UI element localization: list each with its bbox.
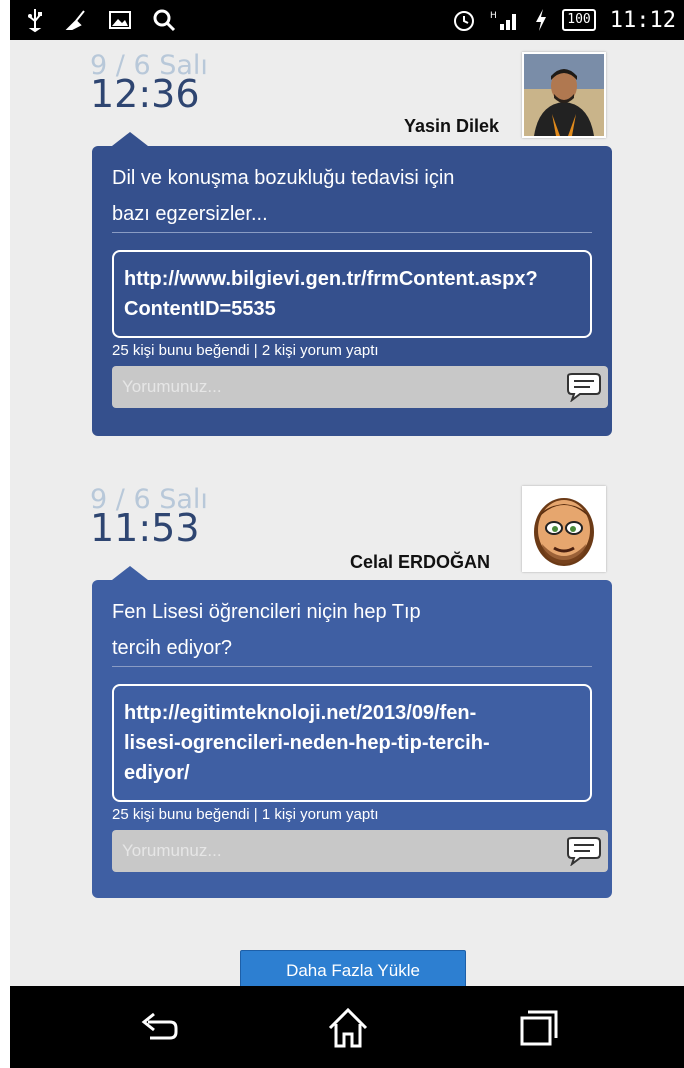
link-line: lisesi-ogrencileri-neden-hep-tip-tercih- bbox=[124, 732, 490, 754]
recents-icon[interactable] bbox=[514, 1004, 562, 1052]
comment-input[interactable]: Yorumunuz... bbox=[112, 366, 608, 408]
avatar-cartoon bbox=[524, 488, 604, 570]
home-icon[interactable] bbox=[324, 1004, 372, 1052]
app-screen: H 100 11:12 9 / 6 Salı 12:36 Yasin Dilek bbox=[10, 0, 684, 1068]
comment-input[interactable]: Yorumunuz... bbox=[112, 830, 608, 872]
avatar[interactable] bbox=[522, 486, 606, 572]
post-text-line: tercih ediyor? bbox=[112, 637, 233, 659]
navigation-bar bbox=[10, 986, 684, 1068]
comment-placeholder: Yorumunuz... bbox=[122, 377, 222, 396]
link-line: ContentID=5535 bbox=[124, 298, 276, 320]
status-bar: H 100 11:12 bbox=[10, 0, 684, 40]
broom-icon bbox=[65, 10, 85, 30]
author-name[interactable]: Celal ERDOĞAN bbox=[350, 552, 490, 573]
alarm-icon bbox=[454, 11, 475, 31]
post-text: Dil ve konuşma bozukluğu tedavisi için b… bbox=[112, 160, 592, 232]
post-time: 11:53 bbox=[90, 506, 200, 550]
post-text-line: Fen Lisesi öğrencileri niçin hep Tıp bbox=[112, 601, 421, 623]
post-stats[interactable]: 25 kişi bunu beğendi | 2 kişi yorum yapt… bbox=[112, 342, 379, 359]
post-link[interactable]: http://egitimteknoloji.net/2013/09/fen- … bbox=[112, 684, 592, 802]
comment-icon[interactable] bbox=[564, 372, 604, 402]
svg-text:H: H bbox=[490, 11, 497, 21]
avatar-photo bbox=[524, 54, 604, 136]
load-more-button[interactable]: Daha Fazla Yükle bbox=[240, 950, 466, 988]
clock: 11:12 bbox=[609, 7, 676, 33]
comment-placeholder: Yorumunuz... bbox=[122, 841, 222, 860]
image-icon bbox=[109, 11, 131, 29]
link-line: ediyor/ bbox=[124, 762, 190, 784]
post-stats[interactable]: 25 kişi bunu beğendi | 1 kişi yorum yapt… bbox=[112, 806, 379, 823]
battery-level: 100 bbox=[567, 12, 591, 27]
author-name[interactable]: Yasin Dilek bbox=[404, 116, 499, 137]
signal-icon: H bbox=[490, 11, 517, 30]
back-icon[interactable] bbox=[134, 1004, 182, 1052]
post-card[interactable]: Dil ve konuşma bozukluğu tedavisi için b… bbox=[92, 132, 612, 436]
divider bbox=[112, 232, 592, 233]
avatar[interactable] bbox=[522, 52, 606, 138]
comment-icon[interactable] bbox=[564, 836, 604, 866]
link-line: http://www.bilgievi.gen.tr/frmContent.as… bbox=[124, 268, 538, 290]
divider bbox=[112, 666, 592, 667]
post-link[interactable]: http://www.bilgievi.gen.tr/frmContent.as… bbox=[112, 250, 592, 338]
post-time: 12:36 bbox=[90, 72, 200, 116]
search-icon bbox=[153, 9, 176, 32]
card-pointer bbox=[112, 132, 148, 146]
usb-icon bbox=[28, 9, 42, 33]
post-card[interactable]: Fen Lisesi öğrencileri niçin hep Tıp ter… bbox=[92, 566, 612, 898]
charging-icon bbox=[536, 9, 547, 31]
battery-icon: 100 bbox=[562, 9, 596, 31]
post-text-line: bazı egzersizler... bbox=[112, 203, 268, 225]
link-line: http://egitimteknoloji.net/2013/09/fen- bbox=[124, 702, 477, 724]
card-pointer bbox=[112, 566, 148, 580]
post-text-line: Dil ve konuşma bozukluğu tedavisi için bbox=[112, 167, 455, 189]
post-text: Fen Lisesi öğrencileri niçin hep Tıp ter… bbox=[112, 594, 592, 666]
